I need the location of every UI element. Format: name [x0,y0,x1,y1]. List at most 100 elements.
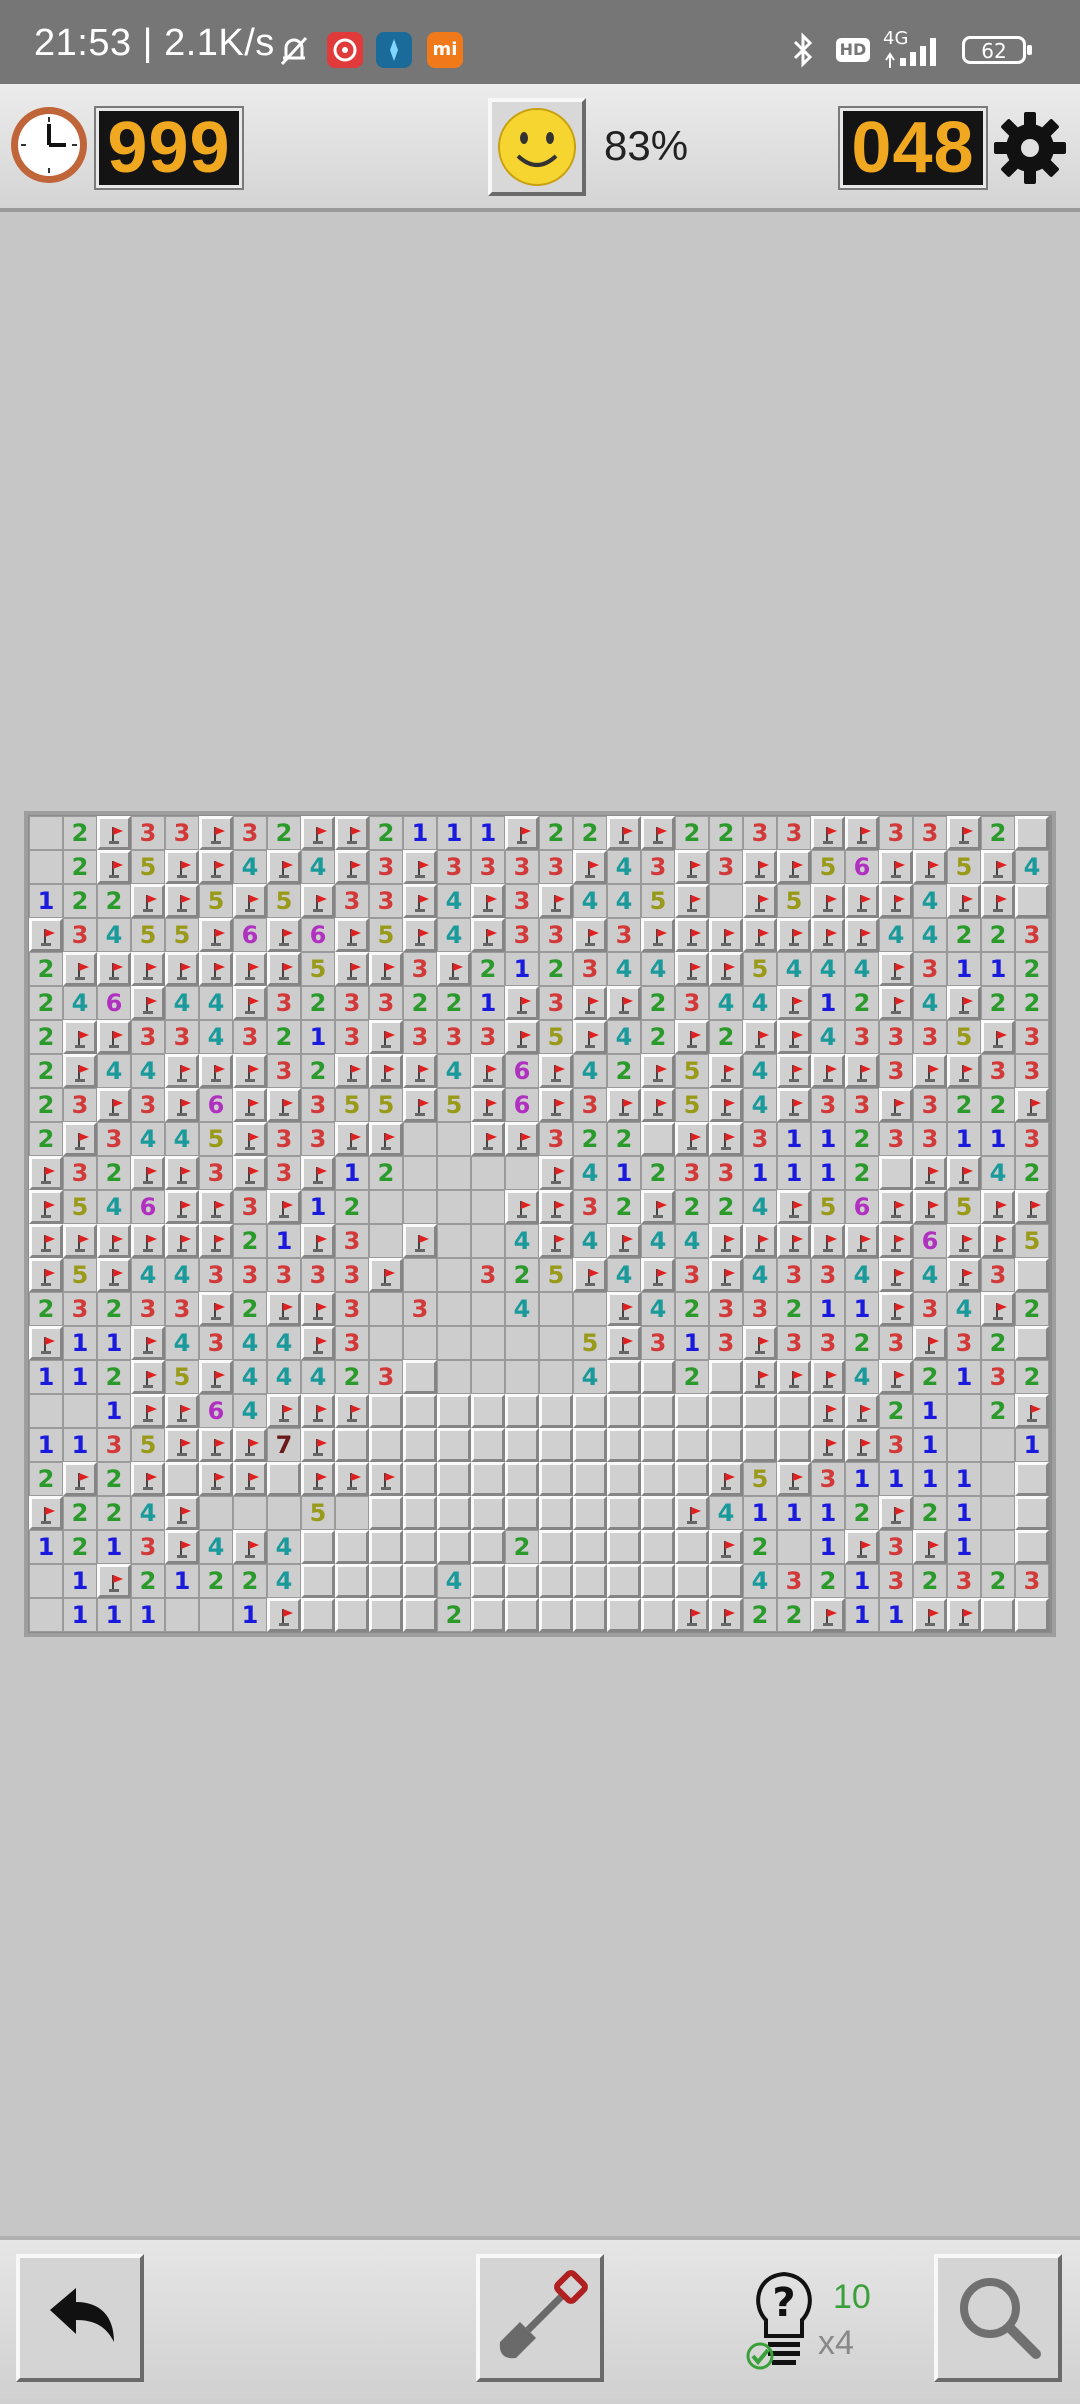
cell-flagged[interactable] [97,850,131,884]
cell-number[interactable]: 3 [369,884,403,918]
cell-number[interactable]: 5 [63,1258,97,1292]
cell-flagged[interactable] [913,1530,947,1564]
cell-number[interactable]: 4 [607,850,641,884]
cell-flagged[interactable] [165,1394,199,1428]
cell-unopened[interactable] [573,1598,607,1632]
cell-flagged[interactable] [131,1360,165,1394]
cell-number[interactable]: 3 [709,1292,743,1326]
cell-flagged[interactable] [607,986,641,1020]
cell-flagged[interactable] [267,1598,301,1632]
cell-empty[interactable] [369,1326,403,1360]
cell-number[interactable]: 3 [233,1258,267,1292]
cell-unopened[interactable] [505,1394,539,1428]
cell-unopened[interactable] [403,1360,437,1394]
cell-flagged[interactable] [709,1122,743,1156]
cell-unopened[interactable] [641,1462,675,1496]
cell-number[interactable]: 3 [641,850,675,884]
cell-unopened[interactable] [539,1530,573,1564]
cell-number[interactable]: 2 [29,1292,63,1326]
cell-number[interactable]: 2 [1015,952,1049,986]
cell-flagged[interactable] [947,1258,981,1292]
cell-number[interactable]: 4 [573,1054,607,1088]
cell-number[interactable]: 3 [165,816,199,850]
cell-number[interactable]: 2 [607,1122,641,1156]
cell-number[interactable]: 4 [505,1224,539,1258]
cell-unopened[interactable] [505,1564,539,1598]
cell-flagged[interactable] [369,1054,403,1088]
cell-number[interactable]: 5 [131,850,165,884]
cell-number[interactable]: 2 [641,1156,675,1190]
cell-flagged[interactable] [811,816,845,850]
cell-unopened[interactable] [641,1496,675,1530]
cell-number[interactable]: 3 [131,1292,165,1326]
cell-flagged[interactable] [709,918,743,952]
cell-flagged[interactable] [403,850,437,884]
cell-number[interactable]: 3 [743,816,777,850]
cell-number[interactable]: 1 [811,986,845,1020]
cell-number[interactable]: 2 [675,1190,709,1224]
cell-number[interactable]: 5 [777,884,811,918]
cell-number[interactable]: 2 [845,986,879,1020]
cell-number[interactable]: 2 [641,986,675,1020]
cell-flagged[interactable] [811,1428,845,1462]
cell-number[interactable]: 4 [233,1394,267,1428]
cell-unopened[interactable] [539,1598,573,1632]
cell-empty[interactable] [437,1326,471,1360]
cell-flagged[interactable] [301,1462,335,1496]
cell-number[interactable]: 4 [743,1258,777,1292]
cell-number[interactable]: 6 [97,986,131,1020]
cell-number[interactable]: 5 [811,1190,845,1224]
cell-flagged[interactable] [675,1496,709,1530]
cell-number[interactable]: 2 [845,1496,879,1530]
cell-number[interactable]: 3 [539,1122,573,1156]
cell-flagged[interactable] [845,816,879,850]
cell-empty[interactable] [29,1598,63,1632]
cell-number[interactable]: 3 [573,1088,607,1122]
cell-number[interactable]: 2 [709,1190,743,1224]
cell-number[interactable]: 4 [233,1326,267,1360]
cell-number[interactable]: 1 [97,1530,131,1564]
cell-number[interactable]: 2 [437,986,471,1020]
cell-number[interactable]: 1 [63,1564,97,1598]
cell-number[interactable]: 4 [505,1292,539,1326]
cell-number[interactable]: 1 [811,1530,845,1564]
cell-number[interactable]: 2 [1015,1156,1049,1190]
cell-number[interactable]: 1 [29,1428,63,1462]
cell-number[interactable]: 1 [845,1598,879,1632]
cell-flagged[interactable] [131,952,165,986]
cell-flagged[interactable] [267,1292,301,1326]
cell-number[interactable]: 4 [1015,850,1049,884]
cell-flagged[interactable] [63,1020,97,1054]
cell-number[interactable]: 3 [335,1258,369,1292]
cell-unopened[interactable] [437,1394,471,1428]
cell-number[interactable]: 3 [63,1292,97,1326]
cell-unopened[interactable] [471,1462,505,1496]
cell-flagged[interactable] [471,1054,505,1088]
cell-empty[interactable] [437,1360,471,1394]
cell-number[interactable]: 4 [845,1360,879,1394]
cell-number[interactable]: 1 [97,1326,131,1360]
cell-flagged[interactable] [301,1326,335,1360]
cell-unopened[interactable] [641,1530,675,1564]
cell-unopened[interactable] [607,1496,641,1530]
cell-number[interactable]: 1 [1015,1428,1049,1462]
cell-flagged[interactable] [267,918,301,952]
cell-flagged[interactable] [165,884,199,918]
cell-flagged[interactable] [811,1598,845,1632]
cell-number[interactable]: 3 [267,1156,301,1190]
cell-number[interactable]: 3 [97,1122,131,1156]
cell-empty[interactable] [29,816,63,850]
cell-flagged[interactable] [539,884,573,918]
cell-number[interactable]: 4 [437,918,471,952]
cell-flagged[interactable] [675,1598,709,1632]
cell-flagged[interactable] [743,918,777,952]
cell-flagged[interactable] [97,952,131,986]
cell-flagged[interactable] [641,1088,675,1122]
cell-flagged[interactable] [199,1360,233,1394]
cell-number[interactable]: 3 [301,1122,335,1156]
cell-number[interactable]: 2 [63,1530,97,1564]
cell-number[interactable]: 3 [709,850,743,884]
cell-number[interactable]: 3 [709,1156,743,1190]
cell-flagged[interactable] [947,1598,981,1632]
cell-flagged[interactable] [369,1020,403,1054]
